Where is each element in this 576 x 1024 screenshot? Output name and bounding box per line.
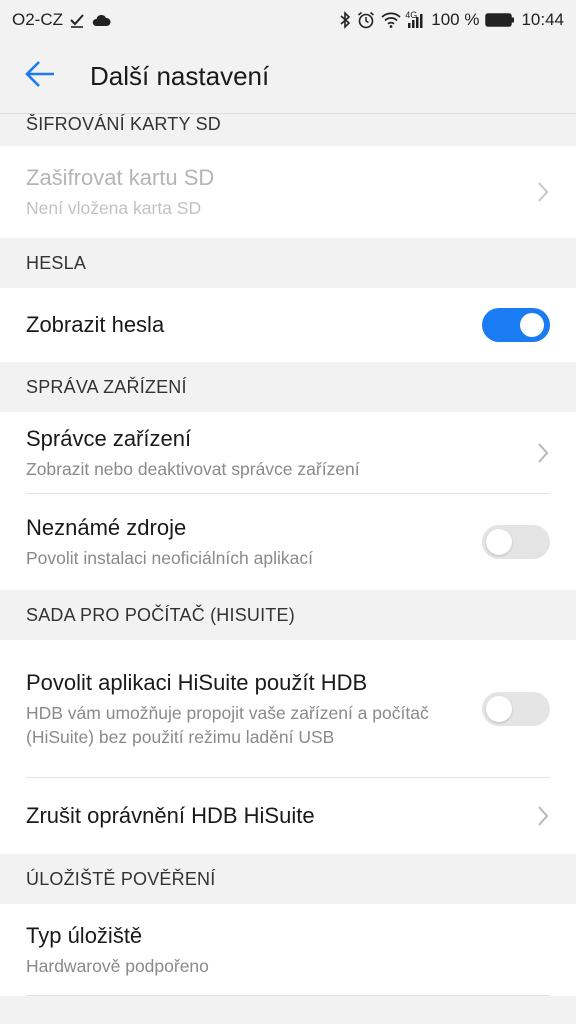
- signal-icon: 4G: [405, 10, 425, 28]
- device-admins-title: Správce zařízení: [26, 426, 192, 451]
- show-passwords-toggle[interactable]: [482, 308, 550, 342]
- revoke-hdb-title: Zrušit oprávnění HDB HiSuite: [26, 803, 315, 828]
- storage-type-row[interactable]: Typ úložiště Hardwarově podpořeno: [0, 904, 576, 996]
- chevron-right-icon: [536, 180, 550, 204]
- battery-icon: [485, 12, 515, 28]
- encrypt-sd-title: Zašifrovat kartu SD: [26, 165, 215, 190]
- group-passwords: Zobrazit hesla: [0, 288, 576, 362]
- device-admins-subtitle: Zobrazit nebo deaktivovat správce zaříze…: [26, 459, 360, 479]
- encrypt-sd-row[interactable]: Zašifrovat kartu SD Není vložena karta S…: [0, 146, 576, 238]
- hisuite-hdb-subtitle: HDB vám umožňuje propojit vaše zařízení …: [26, 703, 429, 747]
- unknown-sources-title: Neznámé zdroje: [26, 515, 187, 540]
- divider: [26, 995, 550, 996]
- storage-type-title: Typ úložiště: [26, 923, 143, 948]
- battery-percent-label: 100 %: [431, 10, 480, 29]
- show-passwords-title: Zobrazit hesla: [26, 312, 165, 337]
- group-credentials: Typ úložiště Hardwarově podpořeno: [0, 904, 576, 996]
- hisuite-hdb-row[interactable]: Povolit aplikaci HiSuite použít HDB HDB …: [0, 640, 576, 778]
- cloud-icon: [91, 13, 111, 27]
- group-hisuite: Povolit aplikaci HiSuite použít HDB HDB …: [0, 640, 576, 854]
- settings-list[interactable]: ŠIFROVÁNÍ KARTY SD Zašifrovat kartu SD N…: [0, 114, 576, 1024]
- chevron-right-icon: [536, 441, 550, 465]
- section-header-sd: ŠIFROVÁNÍ KARTY SD: [26, 114, 221, 134]
- toggle-knob: [486, 529, 512, 555]
- device-admins-row[interactable]: Správce zařízení Zobrazit nebo deaktivov…: [0, 412, 576, 494]
- encrypt-sd-subtitle: Není vložena karta SD: [26, 198, 202, 218]
- carrier-label: O2-CZ: [12, 10, 63, 29]
- section-header-credentials: ÚLOŽIŠTĚ POVĚŘENÍ: [26, 868, 216, 889]
- hisuite-hdb-title: Povolit aplikaci HiSuite použít HDB: [26, 670, 368, 695]
- network-type-label: 4G: [405, 10, 418, 20]
- unknown-sources-toggle[interactable]: [482, 525, 550, 559]
- group-sd: Zašifrovat kartu SD Není vložena karta S…: [0, 146, 576, 238]
- revoke-hdb-row[interactable]: Zrušit oprávnění HDB HiSuite: [0, 778, 576, 854]
- storage-type-subtitle: Hardwarově podpořeno: [26, 956, 209, 976]
- toggle-knob: [520, 313, 544, 337]
- group-device: Správce zařízení Zobrazit nebo deaktivov…: [0, 412, 576, 590]
- hisuite-hdb-toggle[interactable]: [482, 692, 550, 726]
- bluetooth-icon: [339, 11, 351, 29]
- check-icon: [69, 12, 85, 28]
- wifi-icon: [381, 12, 401, 28]
- back-button[interactable]: [0, 40, 80, 114]
- page-title: Další nastavení: [90, 61, 270, 91]
- chevron-right-icon: [536, 804, 550, 828]
- toggle-knob: [486, 696, 512, 722]
- clock-label: 10:44: [521, 10, 564, 29]
- app-bar: Další nastavení: [0, 40, 576, 114]
- show-passwords-row[interactable]: Zobrazit hesla: [0, 288, 576, 362]
- section-header-device: SPRÁVA ZAŘÍZENÍ: [26, 376, 187, 397]
- unknown-sources-row[interactable]: Neznámé zdroje Povolit instalaci neofici…: [0, 494, 576, 590]
- unknown-sources-subtitle: Povolit instalaci neoficiálních aplikací: [26, 548, 313, 568]
- section-header-hisuite: SADA PRO POČÍTAČ (HISUITE): [26, 604, 295, 625]
- status-bar: O2-CZ 4G 100 % 10:44: [0, 0, 576, 40]
- section-header-passwords: HESLA: [26, 252, 87, 273]
- alarm-icon: [357, 11, 375, 29]
- arrow-left-icon: [24, 60, 56, 93]
